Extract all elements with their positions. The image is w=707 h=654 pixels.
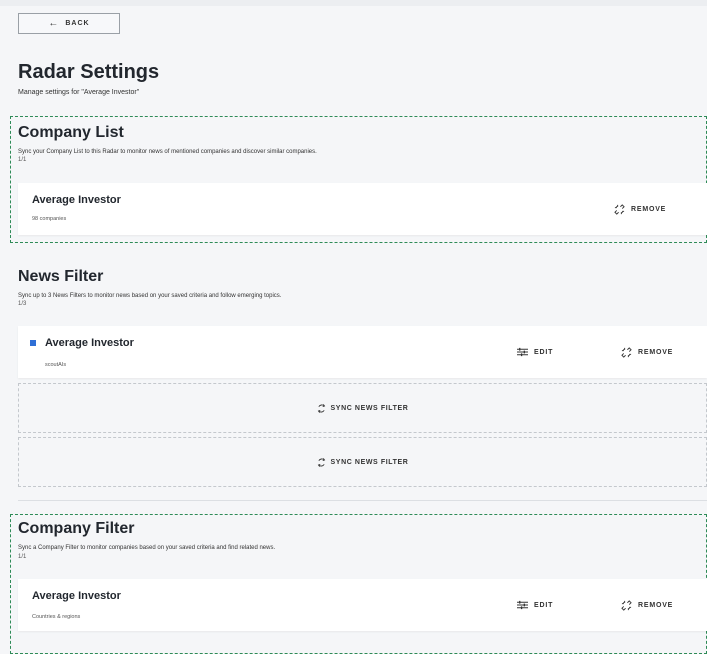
company-list-title: Company List [18, 124, 124, 141]
company-filter-edit-button[interactable]: EDIT [517, 600, 553, 610]
sync-icon [317, 457, 326, 467]
sync-news-filter-label-1: SYNC NEWS FILTER [330, 404, 409, 412]
company-filter-card-title: Average Investor [32, 590, 121, 602]
company-filter-card-subtitle: Countries & regions [32, 614, 81, 620]
company-list-card-title: Average Investor [32, 194, 121, 206]
news-filter-card-title: Average Investor [45, 337, 134, 349]
radar-settings-page: ← BACK Radar Settings Manage settings fo… [0, 0, 707, 654]
unlink-icon [614, 204, 625, 215]
company-filter-edit-label: EDIT [534, 601, 554, 609]
unlink-icon [621, 347, 632, 358]
company-filter-count: 1/1 [18, 554, 27, 560]
company-filter-remove-label: REMOVE [638, 602, 674, 609]
back-button[interactable]: ← BACK [18, 13, 120, 34]
arrow-left-icon: ← [48, 18, 60, 29]
section-divider [18, 500, 707, 501]
back-label: BACK [65, 20, 90, 27]
news-filter-edit-button[interactable]: EDIT [517, 347, 553, 357]
news-filter-count: 1/3 [18, 301, 27, 307]
sync-icon [317, 403, 326, 413]
company-list-remove-label: REMOVE [631, 206, 667, 213]
page-title: Radar Settings [18, 61, 160, 83]
company-list-count: 1/1 [18, 157, 27, 163]
news-filter-description: Sync up to 3 News Filters to monitor new… [18, 293, 282, 299]
company-list-remove-button[interactable]: REMOVE [614, 204, 666, 215]
page-subtitle: Manage settings for "Average Investor" [18, 89, 140, 96]
company-filter-title: Company Filter [18, 520, 135, 537]
sliders-icon [517, 600, 528, 610]
news-filter-card: Average Investor scoutAIs EDIT REMOVE [18, 326, 707, 378]
sync-news-filter-button-2[interactable]: SYNC NEWS FILTER [18, 437, 707, 487]
sliders-icon [517, 347, 528, 357]
news-filter-title: News Filter [18, 268, 104, 285]
company-list-description: Sync your Company List to this Radar to … [18, 149, 317, 155]
company-list-card-subtitle: 98 companies [32, 216, 67, 222]
company-filter-card: Average Investor Countries & regions EDI… [18, 579, 707, 631]
top-strip [0, 0, 707, 6]
sync-news-filter-label-2: SYNC NEWS FILTER [330, 458, 409, 466]
news-filter-edit-label: EDIT [534, 348, 554, 356]
company-filter-remove-button[interactable]: REMOVE [621, 600, 673, 611]
news-filter-remove-label: REMOVE [638, 349, 674, 356]
sync-news-filter-button-1[interactable]: SYNC NEWS FILTER [18, 383, 707, 433]
company-filter-description: Sync a Company Filter to monitor compani… [18, 545, 276, 551]
company-list-card: Average Investor 98 companies REMOVE [18, 183, 707, 235]
square-marker-icon [30, 340, 36, 346]
unlink-icon [621, 600, 632, 611]
news-filter-card-subtitle: scoutAIs [45, 362, 67, 368]
news-filter-remove-button[interactable]: REMOVE [621, 347, 673, 358]
